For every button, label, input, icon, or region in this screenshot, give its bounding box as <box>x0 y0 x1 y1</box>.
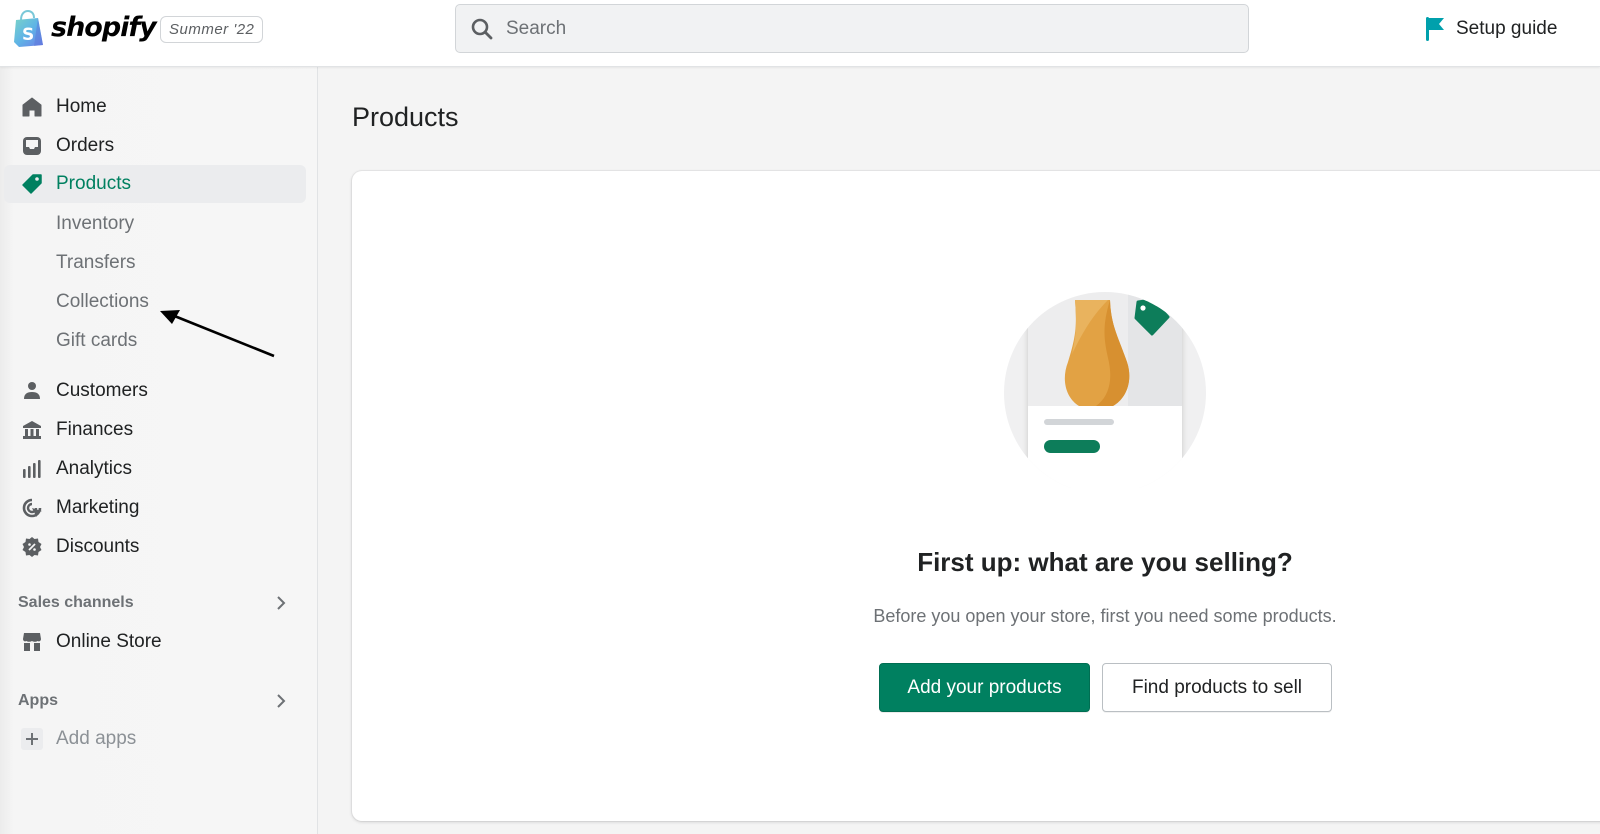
page-title: Products <box>352 102 459 132</box>
sidebar-item-label: Online Store <box>56 630 162 652</box>
plus-icon <box>20 727 44 751</box>
sidebar-item-label: Products <box>56 173 131 194</box>
find-products-to-sell-button[interactable]: Find products to sell <box>1102 663 1332 712</box>
sidebar-item-home[interactable]: Home <box>4 88 306 125</box>
flag-icon <box>1426 17 1444 41</box>
svg-text:S: S <box>22 25 34 45</box>
search-input[interactable] <box>506 17 1206 40</box>
sidebar-item-label: Analytics <box>56 457 133 479</box>
discount-icon <box>20 535 44 559</box>
sidebar-item-marketing[interactable]: Marketing <box>4 489 306 526</box>
section-heading: Apps <box>18 692 58 709</box>
sidebar-item-label: Marketing <box>56 496 140 518</box>
sidebar-item-label: Discounts <box>56 535 140 557</box>
sidebar-item-label: Add apps <box>56 727 137 749</box>
chevron-right-icon[interactable] <box>272 692 290 710</box>
sidebar-item-orders[interactable]: Orders <box>4 127 306 164</box>
sidebar: Home Orders Products Inventory Transfers… <box>0 67 318 834</box>
sidebar-item-label: Inventory <box>56 212 135 234</box>
sidebar-item-customers[interactable]: Customers <box>4 372 306 409</box>
sidebar-item-products[interactable]: Products <box>4 165 306 203</box>
inbox-icon <box>20 134 44 158</box>
sidebar-item-label: Finances <box>56 418 134 440</box>
sidebar-item-discounts[interactable]: Discounts <box>4 528 306 565</box>
target-cursor-icon <box>20 496 44 520</box>
shopify-logo[interactable]: S shopify <box>12 10 157 48</box>
chevron-right-icon[interactable] <box>272 594 290 612</box>
search-bar[interactable] <box>455 4 1249 53</box>
apps-header: Apps <box>18 687 290 715</box>
sidebar-item-label: Customers <box>56 379 148 401</box>
setup-guide-button[interactable]: Setup guide <box>1424 16 1557 42</box>
edition-badge: Summer '22 <box>160 16 264 43</box>
sidebar-subitem-transfers[interactable]: Transfers <box>4 244 306 281</box>
top-bar: S shopify Summer '22 Setup guide <box>0 0 1600 67</box>
sidebar-item-label: Home <box>56 95 107 117</box>
sidebar-item-analytics[interactable]: Analytics <box>4 450 306 487</box>
sidebar-subitem-gift-cards[interactable]: Gift cards <box>4 322 306 359</box>
brand-wordmark: shopify <box>51 11 157 43</box>
add-apps-button[interactable]: Add apps <box>4 720 306 757</box>
sidebar-item-finances[interactable]: Finances <box>4 411 306 448</box>
bank-icon <box>20 418 44 442</box>
sidebar-subitem-collections[interactable]: Collections <box>4 283 306 320</box>
bar-chart-icon <box>20 457 44 481</box>
home-icon <box>20 95 44 119</box>
sidebar-item-label: Gift cards <box>56 329 138 351</box>
shopify-bag-icon: S <box>14 10 43 47</box>
person-icon <box>20 379 44 403</box>
sidebar-item-label: Transfers <box>56 251 136 273</box>
section-heading: Sales channels <box>18 594 134 611</box>
setup-guide-label: Setup guide <box>1456 18 1558 39</box>
empty-state-heading: First up: what are you selling? <box>917 547 1293 577</box>
sidebar-item-label: Orders <box>56 134 115 156</box>
sidebar-item-online-store[interactable]: Online Store <box>4 623 306 660</box>
search-icon <box>471 18 493 39</box>
sidebar-item-label: Collections <box>56 290 149 312</box>
sidebar-subitem-inventory[interactable]: Inventory <box>4 205 306 242</box>
add-your-products-button[interactable]: Add your products <box>879 663 1090 712</box>
product-vase-illustration <box>1004 292 1206 488</box>
store-icon <box>20 630 44 654</box>
sales-channels-header: Sales channels <box>18 589 290 617</box>
empty-state-card <box>352 171 1600 821</box>
empty-state-description: Before you open your store, first you ne… <box>873 606 1337 626</box>
tag-icon <box>20 172 44 196</box>
